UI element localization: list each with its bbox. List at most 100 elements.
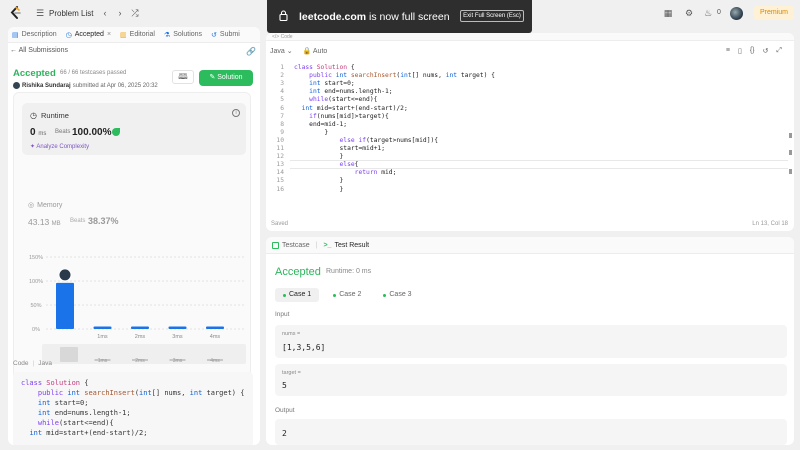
- code-line: }: [294, 153, 344, 161]
- line-number: 2: [280, 72, 284, 80]
- leetcode-logo-icon[interactable]: [10, 6, 22, 20]
- code-line: int start=0;: [309, 80, 355, 88]
- code-line: int mid=start+(end-start)/2;: [29, 429, 148, 437]
- prev-problem-icon[interactable]: ‹: [100, 8, 110, 18]
- target-box[interactable]: target = 5: [275, 364, 787, 396]
- fullscreen-message: leetcode.com is now full screen: [299, 11, 450, 23]
- expand-icon[interactable]: ⤢: [776, 47, 782, 55]
- line-number: 3: [280, 80, 284, 88]
- input-label: Input: [275, 311, 290, 318]
- runtime-card[interactable]: ◷ Runtime i 0 ms Beats 100.00% ✦ Analyze …: [22, 103, 246, 155]
- analyze-complexity-link[interactable]: ✦ Analyze Complexity: [30, 143, 89, 150]
- document-icon: ▤: [12, 31, 19, 39]
- problem-list-icon[interactable]: ☰: [35, 8, 45, 18]
- chip-icon: ◎: [28, 202, 35, 209]
- case-tab-1[interactable]: Case 1: [275, 288, 320, 302]
- code-line: return mid;: [354, 169, 397, 177]
- line-number: 14: [276, 169, 284, 177]
- runtime-value: 0 ms: [30, 127, 47, 138]
- scrollbar-marker[interactable]: [789, 150, 792, 155]
- fire-icon[interactable]: ♨: [703, 8, 713, 18]
- editorial-button[interactable]: 🕮: [172, 70, 194, 84]
- code-line: start=mid+1;: [294, 145, 385, 152]
- runtime-distribution-chart: 150% 100% 50% 0% 1ms 2ms 3ms 4ms 1ms 2ms 3ms 4ms: [22, 243, 246, 368]
- submitted-code: class Solution { public int searchInsert…: [13, 372, 253, 445]
- tab-solutions[interactable]: ⚗ Solutions: [164, 31, 202, 39]
- terminal-icon: >_: [323, 241, 332, 249]
- bookmark-icon[interactable]: ▯: [738, 47, 742, 55]
- code-header: Code | Java: [13, 360, 52, 367]
- nums-value: [1,3,5,6]: [282, 343, 326, 352]
- code-line: public int searchInsert(int[] nums, int …: [37, 389, 245, 397]
- code-line: int start=0;: [37, 399, 89, 407]
- memory-title[interactable]: ◎ Memory: [28, 201, 62, 210]
- y-tick-label: 100%: [29, 279, 43, 285]
- code-line: while(start<=end){: [309, 96, 378, 104]
- exit-fullscreen-button[interactable]: Exit Full Screen (Esc): [460, 10, 524, 22]
- chart-bar[interactable]: [93, 326, 112, 330]
- tab-editorial[interactable]: ▥ Editorial: [120, 31, 155, 39]
- output-box: 2: [275, 419, 787, 445]
- x-tick-label: 2ms: [135, 334, 146, 340]
- scrollbar-marker[interactable]: [789, 169, 792, 174]
- case-tab-2[interactable]: Case 2: [325, 288, 369, 302]
- solution-button[interactable]: ✎ Solution: [199, 70, 253, 86]
- code-editor-panel: </> Code Java ⌄ 🔒 Auto ≡ ▯ {} ↺ ⤢ 1 class…: [266, 33, 794, 231]
- reset-icon[interactable]: ↺: [763, 47, 769, 55]
- test-runtime: Runtime: 0 ms: [326, 268, 372, 275]
- open-book-icon: 🕮: [178, 72, 188, 81]
- tab-test-result[interactable]: >_ Test Result: [323, 242, 369, 249]
- language-select[interactable]: Java ⌄: [270, 47, 293, 55]
- tab-testcase[interactable]: Testcase: [272, 241, 310, 249]
- chart-svg: 150% 100% 50% 0% 1ms 2ms 3ms 4ms 1ms 2ms 3ms 4ms: [29, 255, 246, 364]
- line-number: 5: [280, 96, 284, 104]
- line-number: 16: [276, 185, 284, 193]
- all-submissions-link[interactable]: ← All Submissions: [10, 47, 68, 54]
- range-handle[interactable]: [60, 347, 78, 362]
- problem-list-link[interactable]: Problem List: [49, 9, 93, 18]
- clock-icon: ◷: [65, 31, 72, 39]
- nums-box[interactable]: nums = [1,3,5,6]: [275, 325, 787, 358]
- info-icon[interactable]: i: [232, 109, 240, 117]
- tab-accepted[interactable]: ◷ Accepted ×: [66, 31, 111, 39]
- test-status: Accepted: [275, 266, 321, 278]
- auto-mode-toggle[interactable]: 🔒 Auto: [303, 47, 328, 55]
- tab-description[interactable]: ▤ Description: [12, 31, 57, 39]
- editor-lines[interactable]: 1 class Solution {2 public int searchInse…: [266, 64, 794, 214]
- gear-icon[interactable]: ⚙: [684, 8, 694, 18]
- line-number: 9: [280, 128, 284, 136]
- scroller-tick-label: 4ms: [210, 358, 220, 364]
- x-tick-label: 3ms: [172, 334, 183, 340]
- close-icon[interactable]: ×: [107, 31, 111, 38]
- pass-dot-icon: [383, 293, 387, 297]
- chart-bar[interactable]: [206, 326, 224, 330]
- scrollbar-marker[interactable]: [789, 133, 792, 138]
- chart-bar[interactable]: [56, 282, 74, 329]
- next-problem-icon[interactable]: ›: [115, 8, 125, 18]
- line-number: 6: [280, 104, 284, 112]
- scroller-tick-label: 1ms: [98, 358, 108, 364]
- chart-bar[interactable]: [168, 326, 187, 330]
- layout-icon[interactable]: ▦: [663, 8, 673, 18]
- shuffle-icon[interactable]: ⤮: [130, 8, 140, 18]
- code-line: else{: [339, 161, 359, 169]
- link-icon[interactable]: 🔗: [246, 47, 256, 56]
- code-line: public int searchInsert(int[] nums, int …: [309, 72, 495, 80]
- chart-bar[interactable]: [131, 326, 149, 330]
- y-tick-label: 0%: [32, 327, 40, 333]
- format-icon[interactable]: ≡: [726, 47, 730, 55]
- case-tab-3[interactable]: Case 3: [375, 288, 419, 302]
- tab-submissions[interactable]: ↺ Submi: [211, 31, 240, 39]
- avatar[interactable]: [730, 7, 743, 20]
- braces-icon[interactable]: {}: [750, 47, 755, 55]
- lock-icon: [279, 10, 288, 21]
- x-tick-label: 1ms: [97, 334, 108, 340]
- y-tick-label: 50%: [30, 303, 41, 309]
- target-value: 5: [282, 381, 287, 390]
- premium-button[interactable]: Premium: [754, 6, 794, 20]
- code-line: int mid=start+(end-start)/2;: [301, 104, 408, 112]
- memory-beats-label: Beats: [70, 218, 86, 224]
- line-number: 8: [280, 120, 284, 128]
- test-tabs: Testcase | >_ Test Result: [266, 237, 794, 254]
- runtime-title: ◷ Runtime: [30, 111, 69, 120]
